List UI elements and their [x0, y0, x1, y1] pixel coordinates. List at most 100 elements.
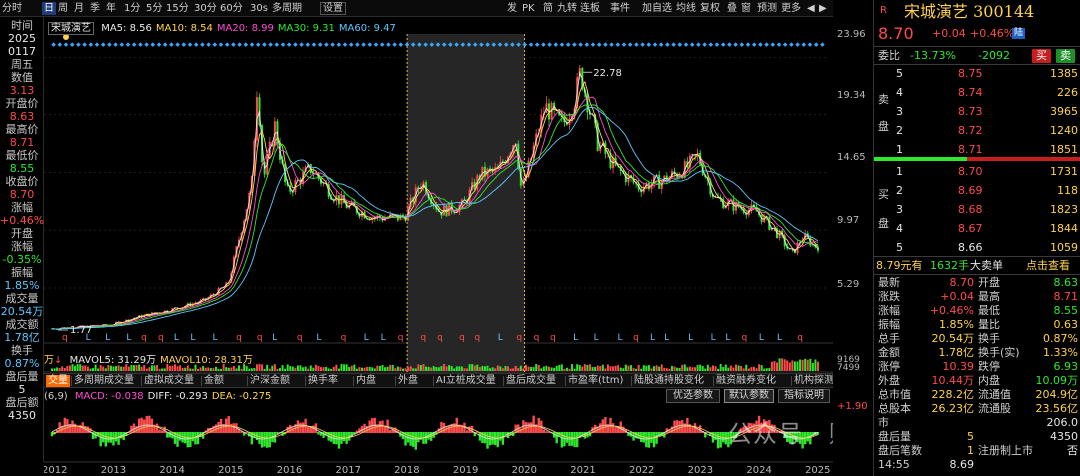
- volume-bar: [537, 364, 540, 371]
- event-marker: [627, 42, 633, 47]
- buy-button[interactable]: 买: [1032, 49, 1051, 63]
- event-marker: [528, 42, 534, 47]
- macd-params: (6,9): [44, 391, 68, 402]
- volume-bar: [204, 367, 207, 371]
- kline-chart[interactable]: 22.78 1.77 q L L Lq q L L Lq q Lq Lq L Lq q q q q Lq q q L L Lq L…: [44, 17, 833, 476]
- volume-bar: [612, 366, 615, 371]
- indicator-tab[interactable]: 多周期成交量: [74, 375, 134, 387]
- macd-param-button[interactable]: 默认参数: [724, 389, 774, 403]
- indicator-tab[interactable]: 换手率: [308, 375, 338, 387]
- volume-bar: [140, 366, 143, 371]
- x-axis-year: 2022: [629, 465, 654, 476]
- cursor-readout-panel: 时间 2025 0117 周五 数值 3.13 开盘价 8.63 最高价 8.71 最低价 8.55 收…: [0, 17, 44, 462]
- toolbar-action[interactable]: 均线: [676, 2, 696, 15]
- buy-side-label: 买: [878, 188, 889, 201]
- event-marker: [187, 42, 193, 47]
- sell-button[interactable]: 卖: [1056, 49, 1075, 63]
- event-marker: [224, 42, 230, 47]
- volume-legend-item: MAVOL5: 31.29万: [69, 355, 157, 366]
- toolbar-item[interactable]: 周: [58, 2, 68, 15]
- volume-bar: [56, 367, 59, 371]
- indicator-tabs: 交量 多周期成交量 虚拟成交量 金额 沪深金额 换手率 内盘 外盘 AI立桩成交量 盘后成交量 市盈…: [44, 373, 844, 388]
- toolbar-action[interactable]: ▶: [819, 2, 827, 15]
- quote-value: 5: [967, 430, 974, 443]
- toolbar-action[interactable]: 九转: [557, 2, 577, 15]
- volume-bar: [404, 368, 407, 371]
- event-marker: [94, 42, 100, 47]
- indicator-tab[interactable]: 金额: [204, 375, 224, 387]
- big-order-link[interactable]: 点击查看: [1026, 259, 1070, 273]
- toolbar-item[interactable]: 15分: [166, 2, 189, 15]
- toolbar-item[interactable]: 月: [74, 2, 84, 15]
- volume-bar: [817, 361, 819, 371]
- readout-label: 涨幅: [11, 240, 33, 253]
- macd-bar: [376, 424, 379, 433]
- toolbar-action[interactable]: 简: [543, 2, 553, 15]
- macd-bar: [445, 426, 448, 433]
- toolbar-item[interactable]: 30分: [194, 2, 217, 15]
- toolbar-item[interactable]: 分时: [2, 2, 22, 15]
- macd-param-button[interactable]: 优选参数: [666, 389, 720, 403]
- indicator-tab[interactable]: 沪深金额: [250, 375, 290, 387]
- macd-bar: [691, 426, 694, 433]
- volume-bar: [783, 359, 786, 371]
- order-ratio-bar: [874, 157, 1080, 161]
- toolbar-item[interactable]: 季: [90, 2, 100, 15]
- toolbar-item[interactable]: 日: [42, 2, 56, 15]
- volume-bar: [358, 367, 361, 371]
- toolbar-action[interactable]: 更多: [781, 2, 801, 15]
- volume-bar: [189, 368, 192, 371]
- indicator-tab[interactable]: 陆股通持股变化: [634, 375, 704, 387]
- volume-bar: [176, 366, 179, 371]
- indicator-tab[interactable]: 虚拟成交量: [144, 375, 194, 387]
- volume-bar: [312, 367, 315, 371]
- indicator-tab[interactable]: 外盘: [398, 375, 418, 387]
- macd-bar: [76, 425, 79, 433]
- event-marker: [268, 42, 273, 47]
- toolbar-action[interactable]: 复权: [700, 2, 720, 15]
- toolbar-action[interactable]: 加自选: [642, 2, 672, 15]
- sell-volume: 226: [1057, 86, 1078, 99]
- toolbar-item[interactable]: 1分: [124, 2, 140, 15]
- toolbar-action[interactable]: ◀: [807, 2, 815, 15]
- toolbar-item[interactable]: 设置: [320, 2, 346, 15]
- indicator-tab[interactable]: 融资融券变化: [716, 375, 776, 387]
- toolbar-action[interactable]: 叠: [727, 2, 737, 15]
- stock-name[interactable]: 宋城演艺 300144: [904, 2, 1034, 22]
- event-flag: q: [474, 333, 480, 343]
- indicator-tab[interactable]: 盘后成交量: [506, 375, 556, 387]
- readout-value: 8.70: [9, 188, 35, 201]
- volume-unit: 万: [44, 355, 54, 366]
- volume-bar: [591, 367, 594, 371]
- toolbar-item[interactable]: 30s: [250, 2, 268, 15]
- macd-bar: [388, 429, 392, 433]
- toolbar-action[interactable]: 发: [507, 2, 517, 15]
- toolbar-action[interactable]: 窗: [741, 2, 751, 15]
- toolbar-action[interactable]: 事件: [610, 2, 630, 15]
- volume-bar: [168, 365, 171, 371]
- indicator-tab[interactable]: 交量: [46, 375, 70, 387]
- indicator-tab[interactable]: 内盘: [356, 375, 376, 387]
- volume-bar: [81, 365, 84, 371]
- macd-bar: [537, 417, 540, 433]
- volume-bar: [596, 365, 599, 371]
- toolbar-action[interactable]: 预测: [757, 2, 777, 15]
- volume-bar: [719, 364, 722, 371]
- toolbar-item[interactable]: 60分: [220, 2, 243, 15]
- kline-svg[interactable]: 22.781.77q L L Lq q L L Lq q Lq Lq L Lq q q q q Lq q q L L Lq L…: [44, 17, 833, 476]
- volume-bar: [781, 358, 784, 371]
- quote-label: 14:55: [878, 458, 910, 471]
- macd-param-button[interactable]: 指标说明: [778, 389, 830, 403]
- toolbar-item[interactable]: 年: [106, 2, 116, 15]
- indicator-tab[interactable]: AI立桩成交量: [436, 375, 496, 387]
- toolbar-item[interactable]: 5分: [146, 2, 162, 15]
- toolbar-item[interactable]: 多周期: [272, 2, 302, 15]
- macd-bar: [104, 432, 107, 447]
- quote-value: 否: [1067, 444, 1078, 457]
- toolbar-action[interactable]: PK: [522, 2, 535, 15]
- ma-legend-item: MA20: 8.99: [216, 23, 274, 34]
- volume-bar: [373, 368, 376, 371]
- toolbar-action[interactable]: 连板: [580, 2, 600, 15]
- indicator-tab[interactable]: 市盈率(ttm): [568, 375, 623, 387]
- quote-value: 206.0: [1046, 416, 1079, 429]
